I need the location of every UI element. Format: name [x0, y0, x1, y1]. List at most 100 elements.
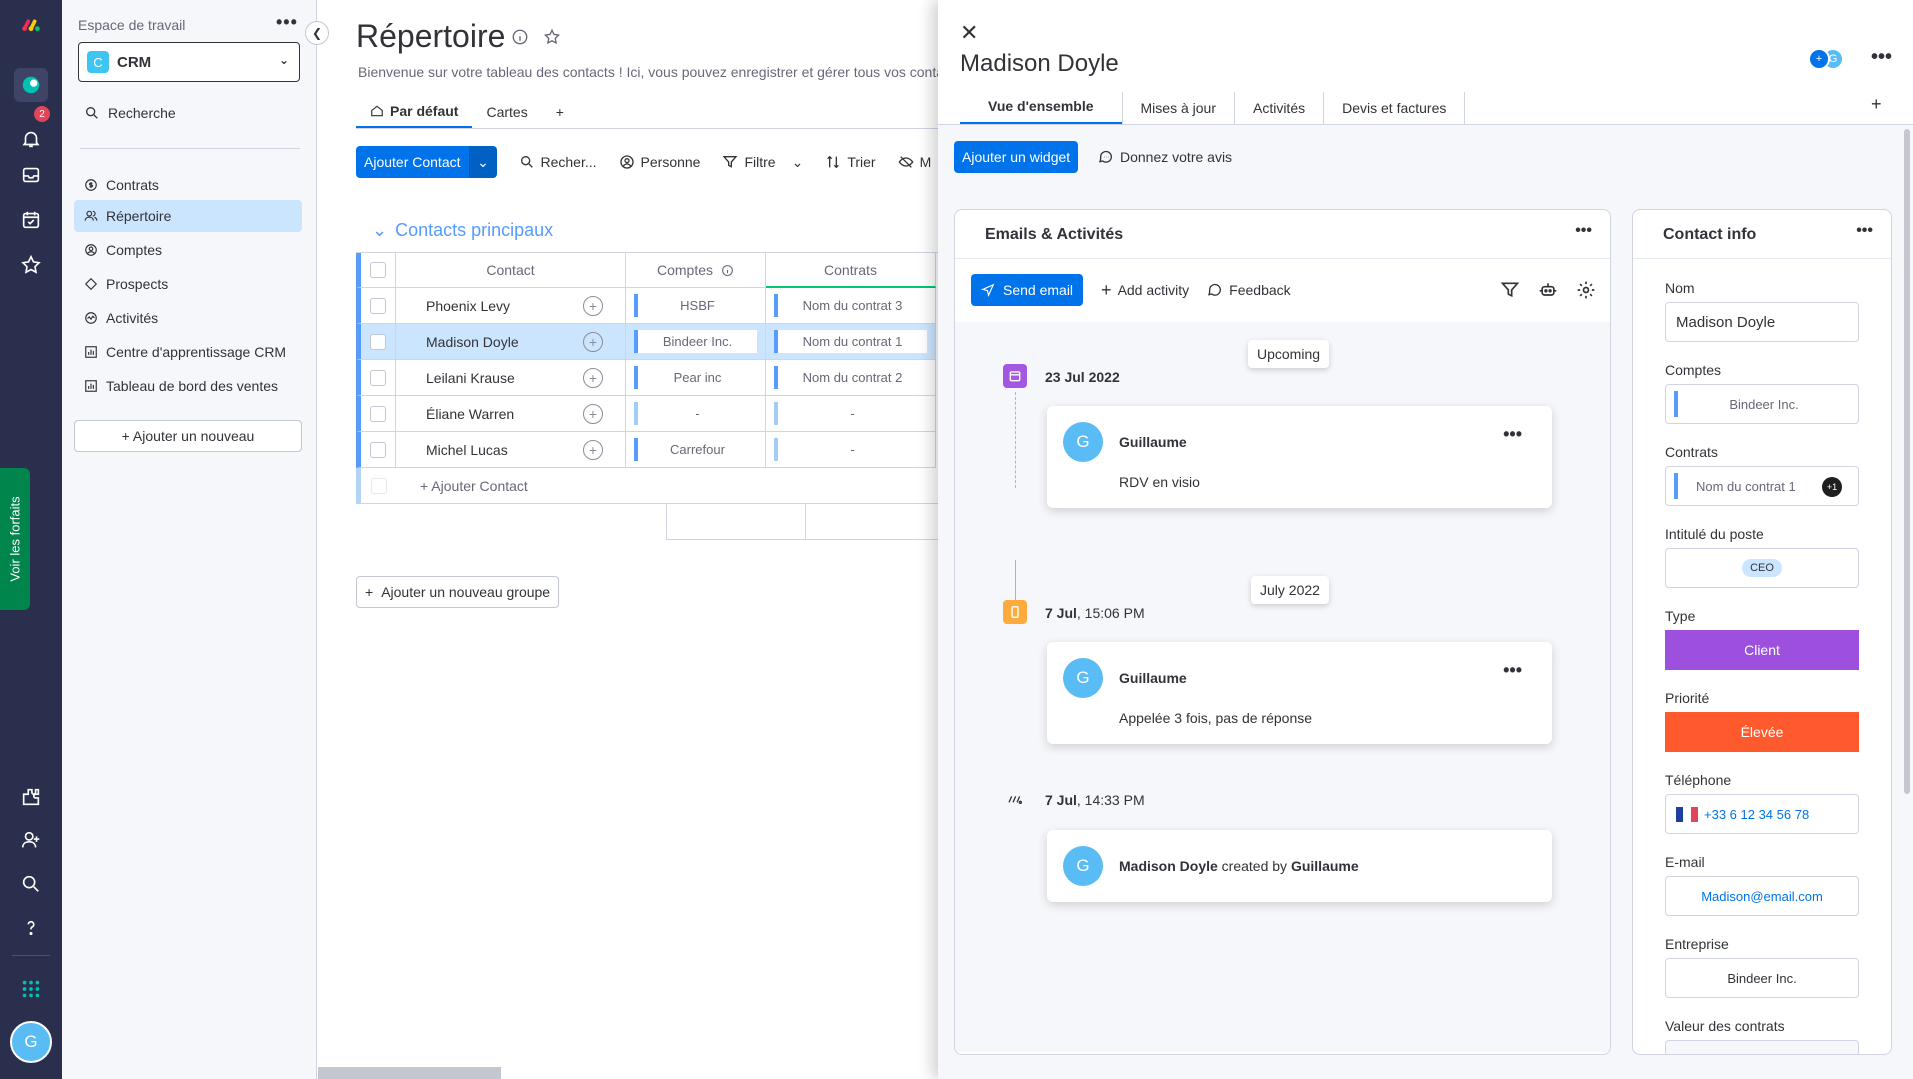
search-icon[interactable] — [14, 867, 48, 901]
activity-menu-icon[interactable]: ••• — [1503, 660, 1522, 681]
contracts-field[interactable]: Nom du contrat 1 +1 — [1665, 466, 1859, 506]
add-contact-button[interactable]: Ajouter Contact — [356, 146, 469, 178]
column-header-contact[interactable]: Contact — [396, 253, 626, 288]
sidebar-item-tableau-de-bord[interactable]: Tableau de bord des ventes — [74, 370, 302, 402]
add-update-icon[interactable]: + — [583, 367, 603, 388]
send-email-button[interactable]: Send email — [971, 274, 1084, 306]
subscribers[interactable]: + G — [1808, 48, 1844, 70]
search-button[interactable]: Recher... — [519, 154, 597, 170]
activity-card[interactable]: G Guillaume ••• Appelée 3 fois, pas de r… — [1047, 642, 1552, 744]
add-update-icon[interactable]: + — [583, 295, 603, 316]
contact-name[interactable]: Phoenix Levy — [396, 288, 561, 324]
workspace-selector[interactable]: C CRM ⌄ — [78, 42, 300, 82]
phone-field[interactable]: +33 6 12 34 56 78 — [1665, 794, 1859, 834]
add-tab-icon[interactable]: + — [1871, 94, 1882, 115]
select-all-checkbox[interactable] — [356, 253, 396, 288]
workspace-search[interactable]: Recherche — [84, 105, 176, 121]
sidebar-item-contrats[interactable]: Contrats — [74, 169, 302, 201]
name-input[interactable]: Madison Doyle — [1665, 302, 1859, 342]
help-icon[interactable] — [14, 911, 48, 945]
see-plans-tab[interactable]: Voir les forfaits — [0, 468, 30, 610]
tab-cartes[interactable]: Cartes — [472, 96, 541, 128]
add-update-cell[interactable]: + — [561, 360, 626, 396]
row-checkbox[interactable] — [356, 288, 396, 324]
tab-overview[interactable]: Vue d'ensemble — [960, 90, 1122, 124]
table-row[interactable]: Éliane Warren + - - — [356, 396, 938, 432]
column-header-contracts[interactable]: Contrats — [766, 253, 936, 288]
add-contact-dropdown[interactable]: ⌄ — [468, 146, 497, 178]
user-avatar[interactable]: G — [10, 1021, 52, 1063]
star-icon[interactable] — [14, 248, 48, 282]
contact-name[interactable]: Madison Doyle — [396, 324, 561, 360]
table-row[interactable]: Michel Lucas + Carrefour - — [356, 432, 938, 468]
more-count-badge[interactable]: +1 — [1822, 477, 1842, 497]
my-work-icon[interactable] — [14, 203, 48, 237]
add-update-icon[interactable]: + — [583, 403, 603, 424]
contract-cell[interactable]: - — [766, 432, 936, 468]
tab-activities[interactable]: Activités — [1235, 92, 1325, 124]
add-update-icon[interactable]: + — [583, 331, 603, 352]
contract-cell[interactable]: Nom du contrat 1 — [766, 324, 936, 360]
panel-title[interactable]: Madison Doyle — [960, 50, 1119, 78]
add-widget-button[interactable]: Ajouter un widget — [954, 141, 1079, 173]
contract-cell[interactable]: Nom du contrat 2 — [766, 360, 936, 396]
contact-name[interactable]: Éliane Warren — [396, 396, 561, 432]
add-update-cell[interactable]: + — [561, 396, 626, 432]
checkbox[interactable] — [370, 297, 386, 314]
tab-par-defaut[interactable]: Par défaut — [356, 96, 473, 128]
email-field[interactable]: Madison@email.com — [1665, 876, 1859, 916]
checkbox[interactable] — [370, 369, 386, 386]
add-activity-button[interactable]: + Add activity — [1101, 280, 1189, 301]
give-feedback-button[interactable]: Donnez votre avis — [1098, 149, 1232, 165]
info-icon[interactable] — [511, 28, 529, 49]
sidebar-item-activites[interactable]: Activités — [74, 302, 302, 334]
sidebar-item-prospects[interactable]: Prospects — [74, 268, 302, 300]
row-checkbox[interactable] — [356, 396, 396, 432]
contact-name[interactable]: Michel Lucas — [396, 432, 561, 468]
table-row[interactable]: Madison Doyle + Bindeer Inc. Nom du cont… — [356, 324, 938, 360]
priority-status[interactable]: Élevée — [1665, 712, 1859, 752]
bell-icon[interactable] — [14, 122, 48, 156]
checkbox[interactable] — [370, 405, 386, 422]
sidebar-item-comptes[interactable]: Comptes — [74, 234, 302, 266]
column-header-accounts[interactable]: Comptes — [626, 253, 766, 288]
checkbox[interactable] — [370, 441, 386, 458]
contract-cell[interactable]: Nom du contrat 3 — [766, 288, 936, 324]
inbox-icon[interactable] — [14, 158, 48, 192]
tab-quotes-invoices[interactable]: Devis et factures — [1324, 92, 1466, 124]
crm-product-icon[interactable] — [14, 68, 48, 102]
activity-card[interactable]: G Madison Doyle created by Guillaume — [1047, 830, 1552, 902]
table-row[interactable]: Phoenix Levy + HSBF Nom du contrat 3 — [356, 288, 938, 324]
filter-button[interactable]: Filtre ⌄ — [722, 154, 803, 171]
account-cell[interactable]: Pear inc — [626, 360, 766, 396]
add-contact-input[interactable]: + Ajouter Contact — [396, 468, 666, 504]
row-checkbox[interactable] — [356, 360, 396, 396]
checkbox[interactable] — [370, 333, 386, 350]
account-cell[interactable]: HSBF — [626, 288, 766, 324]
panel-scrollbar[interactable] — [1904, 129, 1910, 794]
product-switcher-icon[interactable] — [14, 972, 48, 1006]
add-update-icon[interactable]: + — [583, 439, 603, 460]
contract-cell[interactable]: - — [766, 396, 936, 432]
favorite-star-icon[interactable] — [543, 28, 561, 49]
settings-gear-icon[interactable] — [1576, 280, 1596, 300]
collapse-sidebar-button[interactable]: ❮ — [305, 21, 329, 45]
panel-menu-icon[interactable]: ••• — [1871, 46, 1892, 69]
sort-button[interactable]: Trier — [825, 154, 876, 170]
sidebar-item-centre-apprentissage[interactable]: Centre d'apprentissage CRM — [74, 336, 302, 368]
job-title-field[interactable]: CEO — [1665, 548, 1859, 588]
company-field[interactable]: Bindeer Inc. — [1665, 958, 1859, 998]
person-filter-button[interactable]: Personne — [619, 154, 700, 170]
invite-user-icon[interactable] — [14, 823, 48, 857]
add-subscriber-icon[interactable]: + — [1808, 48, 1830, 70]
sidebar-item-repertoire[interactable]: Répertoire — [74, 200, 302, 232]
hide-button[interactable]: M — [898, 154, 931, 170]
account-cell[interactable]: Bindeer Inc. — [626, 324, 766, 360]
filter-icon[interactable] — [1500, 280, 1520, 300]
add-update-cell[interactable]: + — [561, 324, 626, 360]
table-row[interactable]: Leilani Krause + Pear inc Nom du contrat… — [356, 360, 938, 396]
row-checkbox[interactable] — [356, 432, 396, 468]
feedback-button[interactable]: Feedback — [1207, 282, 1291, 298]
horizontal-scrollbar[interactable] — [318, 1067, 501, 1079]
account-cell[interactable]: Carrefour — [626, 432, 766, 468]
